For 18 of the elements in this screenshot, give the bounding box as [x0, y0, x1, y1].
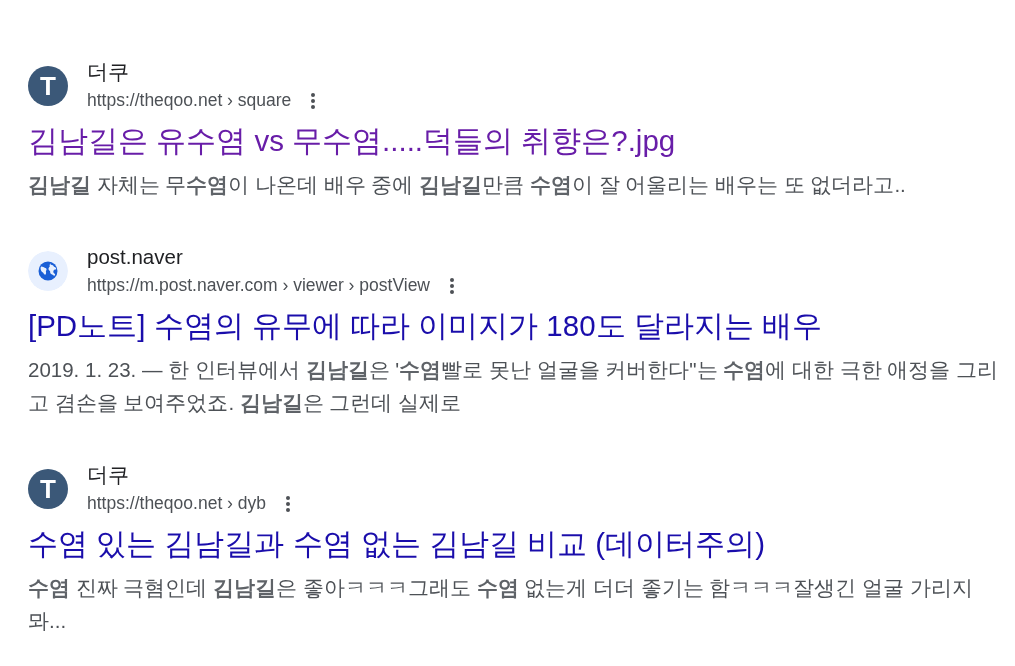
result-snippet: 김남길 자체는 무수염이 나온데 배우 중에 김남길만큼 수염이 잘 어울리는 배우는 또 없더라고.. [28, 172, 907, 198]
site-logo: T [28, 469, 68, 509]
result-title-link[interactable]: 김남길은 유수염 vs 무수염.....덕들의 취향은?.jpg [28, 123, 676, 159]
result-title-link[interactable]: 수염 있는 김남길과 수염 없는 김남길 비교 (데이터주의) [28, 526, 766, 562]
site-name: 더쿠 [87, 462, 129, 488]
site-name: 더쿠 [87, 59, 129, 85]
result-snippet: 2019. 1. 23. — 한 인터뷰에서 김남길은 '수염빨로 못난 얼굴을 커버한다"는 수염에 대한 극한 애정을 그리고 겸손을 보여주었죠. 김남길은 그런데 실제로 [28, 357, 1000, 416]
result-snippet: 수염 진짜 극혐인데 김남길은 좋아ㅋㅋㅋ그래도 수염 없는게 더더 좋기는 함ㅋㅋㅋ잘생긴 얼굴 가리지 뫄... [28, 575, 974, 634]
site-url: https://theqoo.net › dyb [87, 492, 266, 515]
site-url: https://theqoo.net › square [87, 89, 292, 112]
result-title-link[interactable]: [PD노트] 수염의 유무에 따라 이미지가 180도 달라지는 배우 [28, 308, 822, 344]
globe-icon [28, 251, 68, 291]
more-vert-icon [311, 92, 316, 109]
site-logo: T [28, 66, 68, 106]
more-vert-icon [450, 277, 454, 294]
more-vert-icon [286, 495, 290, 512]
site-name: post.naver [87, 244, 183, 270]
site-url: https://m.post.naver.com › viewer › postView [87, 274, 430, 297]
